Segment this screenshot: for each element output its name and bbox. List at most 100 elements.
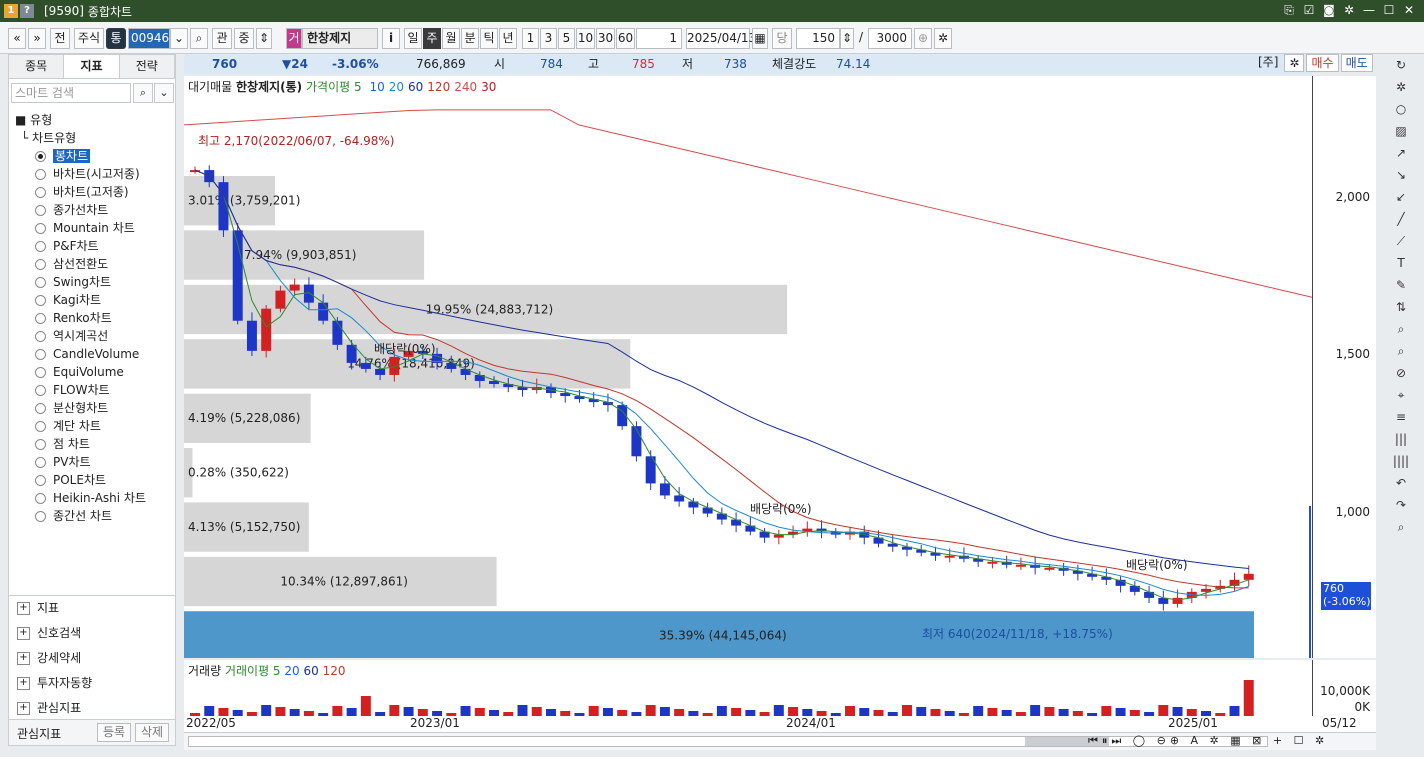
tool-icon[interactable]: ↻ bbox=[1386, 54, 1416, 76]
chart-type-option[interactable]: Renko차트 bbox=[15, 309, 173, 327]
gear-icon[interactable]: ✲ bbox=[1342, 2, 1356, 18]
chart-scrollbar[interactable]: ⏮⏸⏭ ◯ ⊖⊕ A ✲ ▦ ⊠ + ☐ ✲ bbox=[184, 732, 1376, 750]
radio-icon[interactable] bbox=[35, 277, 46, 288]
dropdown-icon[interactable]: ⌄ bbox=[170, 28, 188, 49]
unit-button[interactable]: [주] bbox=[1254, 54, 1282, 72]
settings-icon[interactable]: ✲ bbox=[934, 28, 952, 49]
stock-name[interactable]: 한창제지 bbox=[302, 28, 378, 49]
tool-icon[interactable]: ✎ bbox=[1386, 274, 1416, 296]
chart-type-option[interactable]: Heikin-Ashi 차트 bbox=[15, 489, 173, 507]
chart-type-option[interactable]: Mountain 차트 bbox=[15, 219, 173, 237]
chart-type-option[interactable]: P&F차트 bbox=[15, 237, 173, 255]
dang-button[interactable]: 당 bbox=[772, 28, 792, 49]
radio-icon[interactable] bbox=[35, 421, 46, 432]
minimize-icon[interactable]: — bbox=[1362, 2, 1376, 18]
radio-icon[interactable] bbox=[35, 439, 46, 450]
radio-icon[interactable] bbox=[35, 331, 46, 342]
tool-icon[interactable]: ⌖ bbox=[1386, 384, 1416, 406]
all-button[interactable]: 전 bbox=[50, 28, 70, 49]
radio-icon[interactable] bbox=[35, 457, 46, 468]
period-tab[interactable]: 일 bbox=[404, 28, 422, 49]
interval-button[interactable]: 10 bbox=[576, 28, 595, 49]
radio-icon[interactable] bbox=[35, 403, 46, 414]
tool-icon[interactable]: ↷ bbox=[1386, 494, 1416, 516]
radio-icon[interactable] bbox=[35, 259, 46, 270]
next-button[interactable]: » bbox=[28, 28, 46, 49]
interval-button[interactable]: 60 bbox=[616, 28, 635, 49]
tool-icon[interactable]: ⟋ bbox=[1386, 230, 1416, 252]
side-group[interactable]: 신호검색 bbox=[9, 621, 175, 646]
chart-type-option[interactable]: PV차트 bbox=[15, 453, 173, 471]
price-chart[interactable]: 3.01% (3,759,201) 7.94% (9,903,851) 19.95%… bbox=[184, 76, 1312, 658]
interval-button[interactable]: 3 bbox=[540, 28, 557, 49]
app-icon-1[interactable]: 1 bbox=[4, 4, 18, 18]
interval-button[interactable]: 5 bbox=[558, 28, 575, 49]
radio-icon[interactable] bbox=[35, 367, 46, 378]
radio-icon[interactable] bbox=[35, 295, 46, 306]
info-button[interactable]: i bbox=[382, 28, 400, 49]
chart-type-option[interactable]: Swing차트 bbox=[15, 273, 173, 291]
chart-type-option[interactable]: 삼선전환도 bbox=[15, 255, 173, 273]
close-icon[interactable]: ✕ bbox=[1402, 2, 1416, 18]
max-count-input[interactable]: 3000 bbox=[868, 28, 912, 49]
check-icon[interactable]: ☑ bbox=[1302, 2, 1316, 18]
register-button[interactable]: 등록 bbox=[97, 723, 131, 742]
chart-type-option[interactable]: 계단 차트 bbox=[15, 417, 173, 435]
radio-icon[interactable] bbox=[35, 385, 46, 396]
radio-icon[interactable] bbox=[35, 349, 46, 360]
chart-type-option[interactable]: POLE차트 bbox=[15, 471, 173, 489]
link-icon[interactable]: ⎘ bbox=[1282, 2, 1296, 18]
period-tab[interactable]: 월 bbox=[442, 28, 460, 49]
radio-icon[interactable] bbox=[35, 169, 46, 180]
tool-icon[interactable]: ↘ bbox=[1386, 164, 1416, 186]
stock-code-input[interactable]: 009460 bbox=[128, 28, 177, 49]
period-tab[interactable]: 년 bbox=[499, 28, 517, 49]
search-icon[interactable]: ⌕ bbox=[133, 83, 153, 103]
tool-icon[interactable]: ▨ bbox=[1386, 120, 1416, 142]
mid-button[interactable]: 중 bbox=[234, 28, 254, 49]
tool-icon[interactable]: ↗ bbox=[1386, 142, 1416, 164]
tool-icon[interactable]: ⌕ bbox=[1386, 318, 1416, 340]
market-select[interactable]: 주식 bbox=[74, 28, 104, 49]
board-button[interactable]: 통 bbox=[106, 28, 126, 49]
period-tab[interactable]: 분 bbox=[461, 28, 479, 49]
section-charttype[interactable]: └ 차트유형 bbox=[15, 129, 173, 147]
date-input[interactable]: 2025/04/13 bbox=[686, 28, 756, 49]
radio-icon[interactable] bbox=[35, 511, 46, 522]
tool-icon[interactable]: ✲ bbox=[1386, 76, 1416, 98]
tool-icon[interactable]: ||| bbox=[1386, 428, 1416, 450]
tool-icon[interactable]: ⌕ bbox=[1386, 340, 1416, 362]
sell-button[interactable]: 매도 bbox=[1340, 54, 1373, 72]
buy-button[interactable]: 매수 bbox=[1306, 54, 1339, 72]
interval-button[interactable]: 30 bbox=[596, 28, 615, 49]
interval-input[interactable]: 1 bbox=[636, 28, 682, 49]
side-tab[interactable]: 종목 bbox=[9, 55, 65, 78]
count-spin-icon[interactable]: ⇕ bbox=[840, 28, 854, 49]
chart-type-option[interactable]: 점 차트 bbox=[15, 435, 173, 453]
delete-button[interactable]: 삭제 bbox=[135, 723, 169, 742]
tool-icon[interactable]: ↙ bbox=[1386, 186, 1416, 208]
tool-icon[interactable]: |||| bbox=[1386, 450, 1416, 472]
chart-type-option[interactable]: FLOW차트 bbox=[15, 381, 173, 399]
chart-type-option[interactable]: 역시계곡선 bbox=[15, 327, 173, 345]
tool-icon[interactable]: ⌕ bbox=[1386, 516, 1416, 538]
smart-search-input[interactable]: 스마트 검색 bbox=[11, 83, 131, 103]
chart-type-option[interactable]: Kagi차트 bbox=[15, 291, 173, 309]
radio-icon[interactable] bbox=[35, 205, 46, 216]
section-type[interactable]: ■ 유형 bbox=[15, 111, 173, 129]
volume-chart[interactable]: 거래량 거래이평 5 20 60 120 bbox=[184, 660, 1312, 716]
camera-icon[interactable]: ◙ bbox=[1322, 2, 1336, 18]
side-group[interactable]: 지표 bbox=[9, 596, 175, 621]
zoom-in-icon[interactable]: ⊕ bbox=[914, 28, 932, 49]
chart-type-option[interactable]: 종간선 차트 bbox=[15, 507, 173, 525]
chart-type-option[interactable]: 바차트(시고저종) bbox=[15, 165, 173, 183]
playback-controls[interactable]: ⏮⏸⏭ ◯ ⊖⊕ A ✲ ▦ ⊠ + ☐ ✲ bbox=[1088, 734, 1328, 748]
radio-icon[interactable] bbox=[35, 493, 46, 504]
chart-type-option[interactable]: 종가선차트 bbox=[15, 201, 173, 219]
side-tab[interactable]: 전략 bbox=[120, 55, 175, 78]
side-group[interactable]: 강세약세 bbox=[9, 646, 175, 671]
radio-icon[interactable] bbox=[35, 223, 46, 234]
quote-settings-icon[interactable]: ✲ bbox=[1284, 54, 1305, 72]
count-input[interactable]: 150 bbox=[796, 28, 840, 49]
radio-icon[interactable] bbox=[35, 313, 46, 324]
